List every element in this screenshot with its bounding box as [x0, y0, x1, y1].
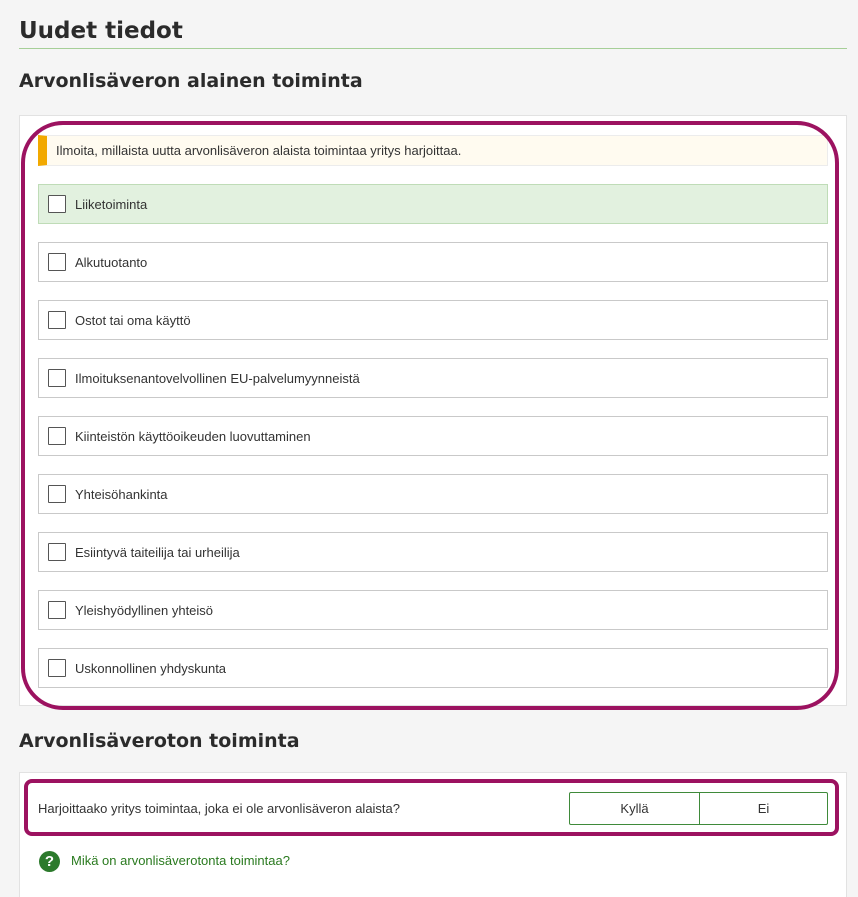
- yes-button[interactable]: Kyllä: [569, 792, 700, 825]
- exempt-activity-panel: [19, 772, 847, 897]
- checkbox[interactable]: [48, 601, 66, 619]
- option-uskonnollinen-yhdyskunta[interactable]: Uskonnollinen yhdyskunta: [38, 648, 828, 688]
- exempt-question: Harjoittaako yritys toimintaa, joka ei o…: [38, 801, 401, 816]
- checkbox[interactable]: [48, 253, 66, 271]
- checkbox[interactable]: [48, 195, 66, 213]
- option-kiinteiston-kayttooikeus[interactable]: Kiinteistön käyttöoikeuden luovuttaminen: [38, 416, 828, 456]
- option-yleishyodyllinen-yhteiso[interactable]: Yleishyödyllinen yhteisö: [38, 590, 828, 630]
- option-label: Alkutuotanto: [75, 255, 148, 270]
- option-liiketoiminta[interactable]: Liiketoiminta: [38, 184, 828, 224]
- checkbox[interactable]: [48, 543, 66, 561]
- vat-notice: Ilmoita, millaista uutta arvonlisäveron …: [38, 135, 828, 166]
- checkbox[interactable]: [48, 369, 66, 387]
- option-alkutuotanto[interactable]: Alkutuotanto: [38, 242, 828, 282]
- vat-section-heading: Arvonlisäveron alainen toiminta: [19, 70, 363, 92]
- option-label: Esiintyvä taiteilija tai urheilija: [75, 545, 240, 560]
- checkbox[interactable]: [48, 427, 66, 445]
- option-label: Kiinteistön käyttöoikeuden luovuttaminen: [75, 429, 311, 444]
- title-divider: [19, 48, 847, 49]
- option-label: Yleishyödyllinen yhteisö: [75, 603, 214, 618]
- option-label: Ilmoituksenantovelvollinen EU-palvelumyy…: [75, 371, 360, 386]
- help-link-exempt-activity[interactable]: Mikä on arvonlisäverotonta toimintaa?: [71, 853, 290, 868]
- option-label: Yhteisöhankinta: [75, 487, 168, 502]
- option-label: Uskonnollinen yhdyskunta: [75, 661, 227, 676]
- exempt-section-heading: Arvonlisäveroton toiminta: [19, 730, 300, 752]
- option-esiintyva-taiteilija[interactable]: Esiintyvä taiteilija tai urheilija: [38, 532, 828, 572]
- checkbox[interactable]: [48, 485, 66, 503]
- no-button[interactable]: Ei: [699, 792, 828, 825]
- option-eu-palvelumyynnit[interactable]: Ilmoituksenantovelvollinen EU-palvelumyy…: [38, 358, 828, 398]
- question-mark-icon: ?: [39, 851, 60, 872]
- page-title: Uudet tiedot: [19, 18, 183, 44]
- option-label: Liiketoiminta: [75, 197, 148, 212]
- checkbox[interactable]: [48, 659, 66, 677]
- option-ostot-tai-oma-kaytto[interactable]: Ostot tai oma käyttö: [38, 300, 828, 340]
- option-yhteisohankinta[interactable]: Yhteisöhankinta: [38, 474, 828, 514]
- option-label: Ostot tai oma käyttö: [75, 313, 191, 328]
- checkbox[interactable]: [48, 311, 66, 329]
